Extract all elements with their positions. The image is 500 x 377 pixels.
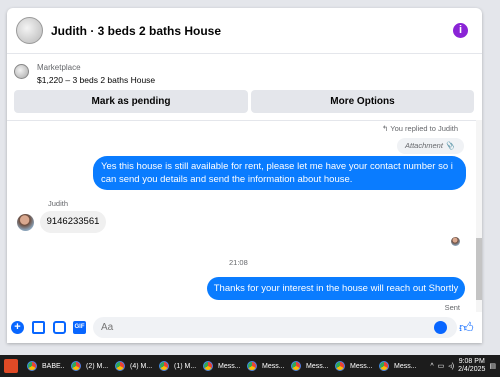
taskbar-item[interactable]: (1) M... (154, 355, 196, 377)
taskbar-item[interactable]: (4) M... (110, 355, 152, 377)
scrollbar-thumb[interactable] (476, 238, 482, 300)
reply-arrow-icon: ↰ (382, 124, 389, 133)
info-icon[interactable]: i (453, 23, 468, 38)
system-tray: ^ ▭ ◃) 9:08 PM 2/4/2025 ▤ (430, 355, 500, 377)
clock[interactable]: 9:08 PM 2/4/2025 (458, 358, 485, 374)
attachment-chip[interactable]: Attachment 📎 (397, 138, 464, 154)
photo-icon[interactable] (32, 321, 45, 334)
chevron-up-icon[interactable]: ^ (430, 363, 433, 370)
taskbar-item[interactable]: BABE... (22, 355, 64, 377)
volume-icon[interactable]: ◃) (448, 362, 454, 370)
gif-icon[interactable]: GIF (73, 321, 86, 334)
clock-date: 2/4/2025 (458, 366, 486, 373)
taskbar-item-label: BABE... (42, 362, 64, 370)
attachment-label: Attachment (405, 141, 443, 150)
taskbar-item-label: Mess... (350, 362, 372, 370)
delivery-status: Sent (444, 303, 460, 312)
browser-icon (333, 359, 347, 373)
taskbar-item-label: Mess... (394, 362, 416, 370)
browser-icon (245, 359, 259, 373)
clock-time: 9:08 PM (458, 358, 485, 365)
browser-icon (69, 359, 83, 373)
taskbar-item[interactable]: (2) M... (66, 355, 108, 377)
marketplace-listing: Marketplace $1,220 – 3 beds 2 baths Hous… (7, 54, 482, 120)
taskbar-item[interactable]: Mess... (374, 355, 416, 377)
paperclip-icon: 📎 (445, 141, 455, 150)
taskbar-item[interactable]: Mess... (242, 355, 284, 377)
listing-source: Marketplace (37, 63, 81, 72)
browser-icon (113, 359, 127, 373)
contact-avatar[interactable] (16, 17, 43, 44)
taskbar-item-label: Mess... (306, 362, 328, 370)
incoming-message[interactable]: 9146233561 (40, 211, 106, 233)
sender-name: Judith (48, 199, 69, 208)
message-input[interactable] (93, 317, 457, 338)
chat-title[interactable]: Judith · 3 beds 2 baths House (51, 24, 221, 38)
sender-avatar[interactable] (17, 214, 34, 231)
taskbar-item[interactable]: Mess... (330, 355, 372, 377)
browser-icon (289, 359, 303, 373)
seen-avatar (451, 237, 460, 246)
taskbar-item-label: (2) M... (86, 362, 108, 370)
chat-window: Judith · 3 beds 2 baths House i Marketpl… (7, 8, 482, 343)
thumbs-up-icon[interactable]: 👍︎ (459, 319, 475, 335)
message-thread: ↰ You replied to Judith Attachment 📎 Yes… (7, 120, 482, 312)
browser-icon (157, 359, 171, 373)
message-composer: + GIF 👍︎ (7, 312, 482, 343)
taskbar-item-label: (4) M... (130, 362, 152, 370)
taskbar-item-label: (1) M... (174, 362, 196, 370)
emoji-icon[interactable] (434, 321, 447, 334)
taskbar: BABE... (2) M... (4) M... (1) M... Mess.… (0, 355, 500, 377)
taskbar-item[interactable]: Mess... (286, 355, 328, 377)
mark-as-pending-button[interactable]: Mark as pending (14, 90, 248, 113)
more-options-button[interactable]: More Options (251, 90, 474, 113)
sticker-icon[interactable] (53, 321, 66, 334)
desktop: Judith · 3 beds 2 baths House i Marketpl… (0, 0, 500, 377)
plus-icon[interactable]: + (11, 321, 24, 334)
chat-header: Judith · 3 beds 2 baths House i (7, 8, 482, 54)
notification-icon[interactable]: ▤ (489, 362, 496, 370)
reply-indicator: ↰ You replied to Judith (382, 124, 458, 133)
app-launcher-icon[interactable] (4, 359, 18, 373)
listing-price-title[interactable]: $1,220 – 3 beds 2 baths House (37, 75, 155, 85)
browser-icon (377, 359, 391, 373)
outgoing-message[interactable]: Yes this house is still available for re… (93, 156, 466, 190)
listing-thumbnail[interactable] (14, 64, 29, 79)
message-timestamp: 21:08 (229, 258, 248, 267)
taskbar-item[interactable]: Mess... (198, 355, 240, 377)
browser-icon (25, 359, 39, 373)
network-icon[interactable]: ▭ (438, 362, 445, 370)
reply-indicator-text: You replied to Judith (390, 124, 458, 133)
browser-icon (201, 359, 215, 373)
taskbar-item-label: Mess... (218, 362, 240, 370)
outgoing-message[interactable]: Thanks for your interest in the house wi… (207, 277, 465, 300)
taskbar-item-label: Mess... (262, 362, 284, 370)
